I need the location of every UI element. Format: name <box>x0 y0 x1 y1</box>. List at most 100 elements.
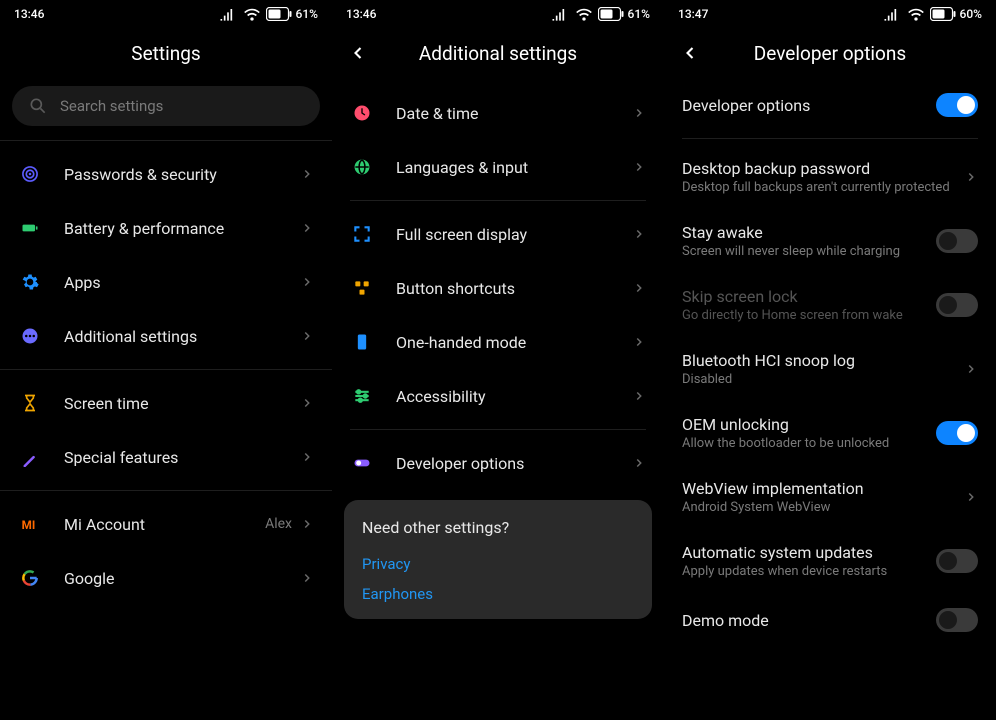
hourglass-icon <box>20 393 40 413</box>
dots-icon <box>20 326 40 346</box>
battery-icon-status <box>598 7 624 21</box>
status-right: 61% <box>550 4 650 24</box>
back-button[interactable] <box>348 43 368 63</box>
toggle-switch[interactable] <box>936 93 978 117</box>
row-sublabel: Apply updates when device restarts <box>682 564 936 579</box>
page-title: Additional settings <box>419 42 577 65</box>
fullscreen-icon <box>352 224 372 244</box>
status-bar: 13:47 60% <box>664 0 996 28</box>
battery-icon-status <box>930 7 956 21</box>
row-passwords-security[interactable]: Passwords & security <box>0 147 332 201</box>
toggle-switch[interactable] <box>936 549 978 573</box>
row-battery-performance[interactable]: Battery & performance <box>0 201 332 255</box>
page-title: Developer options <box>754 42 906 65</box>
row-accessibility[interactable]: Accessibility <box>332 369 664 423</box>
row-label: Languages & input <box>396 158 632 177</box>
row-languages-input[interactable]: Languages & input <box>332 140 664 194</box>
row-special-features[interactable]: Special features <box>0 430 332 484</box>
row-webview-implementation[interactable]: WebView implementation Android System We… <box>664 465 996 529</box>
search-placeholder: Search settings <box>60 97 163 115</box>
card-link-privacy[interactable]: Privacy <box>362 555 634 573</box>
header: Additional settings <box>332 28 664 78</box>
row-sublabel: Go directly to Home screen from wake <box>682 308 936 323</box>
row-mi-account[interactable]: MI Mi Account Alex <box>0 497 332 551</box>
divider <box>0 490 332 491</box>
card-title: Need other settings? <box>362 518 634 537</box>
row-sublabel: Allow the bootloader to be unlocked <box>682 436 936 451</box>
row-sublabel: Screen will never sleep while charging <box>682 244 936 259</box>
row-bluetooth-hci-snoop-log[interactable]: Bluetooth HCI snoop log Disabled <box>664 337 996 401</box>
back-button[interactable] <box>680 43 700 63</box>
row-automatic-system-updates[interactable]: Automatic system updates Apply updates w… <box>664 529 996 593</box>
header: Settings <box>0 28 332 78</box>
additional-settings-screen: 13:46 61% Additional settings Date & tim… <box>332 0 664 720</box>
divider <box>350 200 646 201</box>
battery-icon-status <box>266 7 292 21</box>
status-bar: 13:46 61% <box>332 0 664 28</box>
wifi-icon <box>574 4 594 24</box>
battery-percent: 61% <box>628 7 650 21</box>
toggle-switch <box>936 293 978 317</box>
chevron-right-icon <box>964 170 978 184</box>
chevron-left-icon <box>348 43 368 63</box>
row-label: Automatic system updates <box>682 543 936 562</box>
toggle-switch[interactable] <box>936 421 978 445</box>
mi-icon: MI <box>20 514 40 534</box>
row-additional-settings[interactable]: Additional settings <box>0 309 332 363</box>
page-title: Settings <box>131 42 200 65</box>
row-developer-options[interactable]: Developer options <box>332 436 664 490</box>
card-link-earphones[interactable]: Earphones <box>362 585 634 603</box>
row-date-time[interactable]: Date & time <box>332 86 664 140</box>
row-google[interactable]: Google <box>0 551 332 605</box>
row-full-screen-display[interactable]: Full screen display <box>332 207 664 261</box>
chevron-right-icon <box>964 362 978 376</box>
signal-icon <box>218 4 238 24</box>
chevron-right-icon <box>300 517 314 531</box>
settings-screen: 13:46 61% Settings Search settings Passw… <box>0 0 332 720</box>
row-demo-mode[interactable]: Demo mode <box>664 593 996 647</box>
google-icon <box>20 568 40 588</box>
toggle-switch[interactable] <box>936 229 978 253</box>
row-apps[interactable]: Apps <box>0 255 332 309</box>
shortcuts-icon <box>352 278 372 298</box>
row-one-handed-mode[interactable]: One-handed mode <box>332 315 664 369</box>
chevron-right-icon <box>632 106 646 120</box>
search-input[interactable]: Search settings <box>12 86 320 126</box>
row-label: Additional settings <box>64 327 300 346</box>
status-bar: 13:46 61% <box>0 0 332 28</box>
row-label: Developer options <box>682 96 936 115</box>
row-screen-time[interactable]: Screen time <box>0 376 332 430</box>
row-sublabel: Android System WebView <box>682 500 964 515</box>
row-oem-unlocking[interactable]: OEM unlocking Allow the bootloader to be… <box>664 401 996 465</box>
row-label: Full screen display <box>396 225 632 244</box>
row-label: WebView implementation <box>682 479 964 498</box>
chevron-right-icon <box>300 450 314 464</box>
row-label: Screen time <box>64 394 300 413</box>
status-time: 13:47 <box>678 7 708 21</box>
battery-icon <box>20 218 40 238</box>
row-stay-awake[interactable]: Stay awake Screen will never sleep while… <box>664 209 996 273</box>
row-label: Desktop backup password <box>682 159 964 178</box>
status-time: 13:46 <box>14 7 44 21</box>
sliders-icon <box>352 386 372 406</box>
chevron-right-icon <box>632 335 646 349</box>
row-label: Stay awake <box>682 223 936 242</box>
chevron-right-icon <box>300 571 314 585</box>
signal-icon <box>882 4 902 24</box>
chevron-right-icon <box>300 221 314 235</box>
row-label: Date & time <box>396 104 632 123</box>
toggle-switch[interactable] <box>936 608 978 632</box>
divider <box>350 429 646 430</box>
row-button-shortcuts[interactable]: Button shortcuts <box>332 261 664 315</box>
row-desktop-backup-password[interactable]: Desktop backup password Desktop full bac… <box>664 145 996 209</box>
chevron-right-icon <box>300 167 314 181</box>
chevron-right-icon <box>964 490 978 504</box>
chevron-right-icon <box>632 227 646 241</box>
svg-text:MI: MI <box>22 518 36 532</box>
row-label: Skip screen lock <box>682 287 936 306</box>
divider <box>682 138 978 139</box>
chevron-right-icon <box>632 456 646 470</box>
row-label: Passwords & security <box>64 165 300 184</box>
row-label: Button shortcuts <box>396 279 632 298</box>
row-developer-options-toggle[interactable]: Developer options <box>664 78 996 132</box>
